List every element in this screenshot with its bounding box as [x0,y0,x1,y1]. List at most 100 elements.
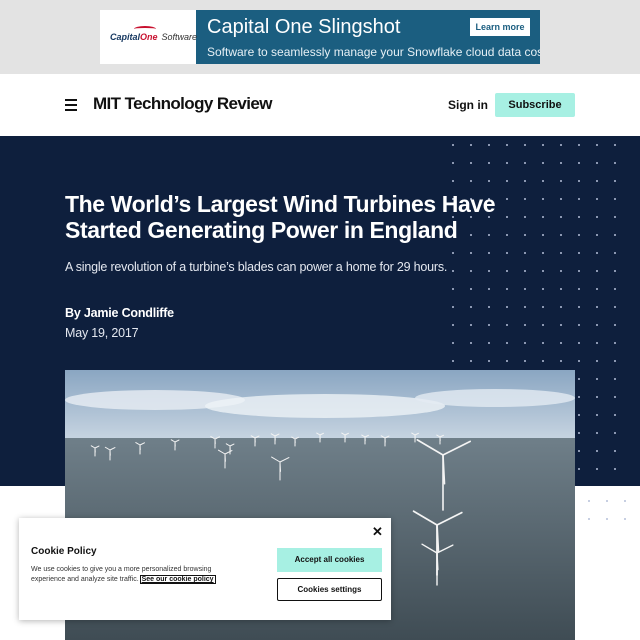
pattern-dot [578,180,580,182]
pattern-dot [596,396,598,398]
pattern-dot [470,180,472,182]
pattern-dot [452,144,454,146]
ad-logo: CapitalOne Software [110,32,198,42]
pattern-dot [614,360,616,362]
pattern-dot [614,234,616,236]
pattern-dot [524,252,526,254]
pattern-dot [578,396,580,398]
pattern-dot [614,162,616,164]
pattern-dot [506,324,508,326]
pattern-dot [624,500,626,502]
pattern-dot [506,342,508,344]
pattern-dot [606,500,608,502]
ad-logo-panel: CapitalOne Software [100,10,198,64]
accept-cookies-button[interactable]: Accept all cookies [277,548,382,572]
hamburger-menu-icon[interactable] [65,99,77,111]
pattern-dot [578,162,580,164]
pattern-dot [542,216,544,218]
pattern-dot [560,360,562,362]
pattern-dot [506,252,508,254]
pattern-dot [524,360,526,362]
pattern-dot [560,306,562,308]
pattern-dot [488,324,490,326]
pattern-dot [596,414,598,416]
pattern-dot [624,518,626,520]
pattern-dot [578,270,580,272]
pattern-dot [470,324,472,326]
pattern-dot [614,378,616,380]
pattern-dot [596,180,598,182]
cookie-policy-link[interactable]: See our cookie policy [139,575,216,584]
pattern-dot [488,180,490,182]
pattern-dot [488,270,490,272]
pattern-dot [560,144,562,146]
pattern-dot [578,360,580,362]
pattern-dot [542,342,544,344]
pattern-dot [596,360,598,362]
cookie-settings-button[interactable]: Cookies settings [277,578,382,601]
ad-banner[interactable]: CapitalOne Software Capital One Slingshot… [100,10,540,64]
pattern-dot [596,324,598,326]
pattern-dot [452,270,454,272]
author-name[interactable]: Jamie Condliffe [84,306,174,320]
pattern-dot [524,324,526,326]
pattern-dot [524,180,526,182]
pattern-dot [542,180,544,182]
article-headline: The World’s Largest Wind Turbines Have S… [65,191,496,243]
pattern-dot [506,162,508,164]
ad-subtitle: Software to seamlessly manage your Snowf… [207,45,540,59]
pattern-dot [614,396,616,398]
pattern-dot [578,432,580,434]
pattern-dot [542,288,544,290]
pattern-dot [506,270,508,272]
pattern-dot [542,306,544,308]
pattern-dot [614,342,616,344]
site-logo[interactable]: MIT Technology Review [93,94,272,114]
pattern-dot [452,180,454,182]
pattern-dot [506,360,508,362]
site-header: MIT Technology Review Sign in Subscribe [0,74,640,136]
pattern-dot [470,252,472,254]
pattern-dot [542,144,544,146]
pattern-dot [506,306,508,308]
pattern-dot [470,342,472,344]
pattern-dot [588,518,590,520]
pattern-dot [560,180,562,182]
pattern-dot [614,252,616,254]
pattern-dot [614,288,616,290]
pattern-dot [614,414,616,416]
close-icon[interactable]: ✕ [372,524,383,540]
pattern-dot [588,500,590,502]
pattern-dot [560,216,562,218]
pattern-dot [606,518,608,520]
pattern-dot [578,342,580,344]
pattern-dot [578,234,580,236]
pattern-dot [596,342,598,344]
pattern-dot [488,306,490,308]
pattern-dot [542,234,544,236]
pattern-dot [614,468,616,470]
pattern-dot [506,144,508,146]
pattern-dot [560,288,562,290]
pattern-dot [596,144,598,146]
pattern-dot [470,270,472,272]
pattern-dot [578,144,580,146]
pattern-dot [506,180,508,182]
pattern-dot [596,450,598,452]
pattern-dot [578,288,580,290]
pattern-dot [596,162,598,164]
pattern-dot [614,144,616,146]
pattern-dot [542,360,544,362]
turbine-stroke [436,552,439,571]
pattern-dot [452,252,454,254]
ad-learn-more-button[interactable]: Learn more [470,18,530,36]
ad-title: Capital One Slingshot [207,16,401,38]
pattern-dot [578,306,580,308]
sign-in-link[interactable]: Sign in [448,98,488,112]
subscribe-button[interactable]: Subscribe [495,93,575,117]
pattern-dot [560,198,562,200]
pattern-dot [470,288,472,290]
pattern-dot [614,180,616,182]
pattern-dot [524,306,526,308]
pattern-dot [560,234,562,236]
